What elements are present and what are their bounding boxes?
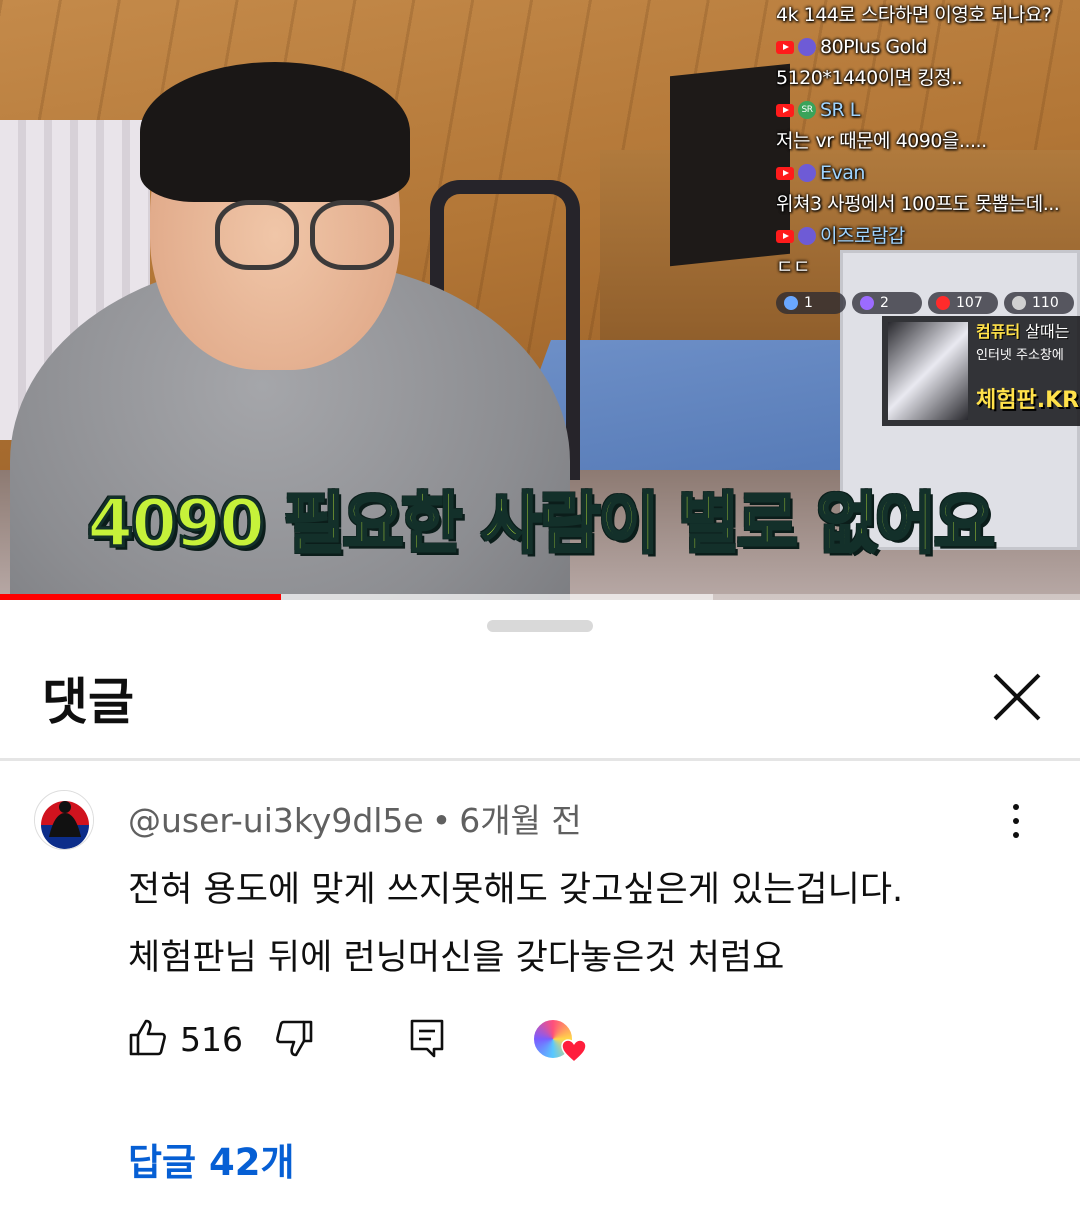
youtube-icon	[776, 103, 794, 117]
chat-message: 위쳐3 사펑에서 100프도 못뽑는데...	[776, 193, 1060, 215]
chat-badge-icon	[798, 164, 816, 183]
ad-line-3: 체험판.KR	[976, 388, 1080, 413]
chat-author: 80Plus Gold	[776, 32, 1076, 64]
chat-author: 이즈로람갑	[776, 221, 1076, 253]
dislike-button[interactable]	[274, 1018, 314, 1062]
live-chat-overlay: 4k 144로 스타하면 이영호 되나요? 80Plus Gold 5120*144…	[776, 0, 1076, 284]
youtube-icon	[776, 40, 794, 54]
reply-comment-icon	[410, 1019, 444, 1058]
stat-youtube: 107	[928, 292, 998, 314]
ad-line-1: 컴퓨터 살때는	[976, 322, 1070, 341]
header-divider	[0, 758, 1080, 761]
background-tv	[670, 63, 790, 267]
chat-author-name: 80Plus Gold	[820, 35, 928, 58]
sponsor-ad-overlay: 컴퓨터 살때는 인터넷 주소창에 체험판.KR	[882, 316, 1080, 426]
like-count: 516	[180, 1020, 243, 1059]
comment-line-1: 전혀 용도에 맞게 쓰지못해도 갖고싶은게 있는겁니다.	[128, 870, 904, 910]
like-button[interactable]	[128, 1018, 168, 1062]
glasses-left	[215, 200, 299, 270]
video-player[interactable]: 4k 144로 스타하면 이영호 되나요? 80Plus Gold 5120*144…	[0, 0, 1080, 600]
view-replies-link[interactable]: 답글 42개	[128, 1132, 295, 1186]
heart-icon	[561, 1039, 587, 1063]
chat-author: SR SR L	[776, 95, 1076, 127]
thumbs-down-icon	[276, 1020, 313, 1057]
chat-message: ㄷㄷ	[776, 256, 810, 278]
stat-value: 110	[1032, 295, 1059, 311]
kebab-dot	[1013, 832, 1019, 838]
chat-message: 5120*1440이면 킹정..	[776, 67, 963, 89]
streamer-hair	[140, 62, 410, 202]
video-subtitle: 4090 필요한 사람이 별로 없어요	[86, 484, 997, 564]
chat-author-name: 이즈로람갑	[820, 224, 905, 247]
kebab-dot	[1013, 818, 1019, 824]
chat-message: 4k 144로 스타하면 이영호 되나요?	[776, 4, 1052, 26]
thumbs-up-icon	[129, 1019, 166, 1056]
ad-line-2: 인터넷 주소창에	[976, 348, 1064, 363]
comments-title: 댓글	[42, 673, 134, 731]
stat-twitch: 2	[852, 292, 922, 314]
meta-separator: •	[431, 801, 452, 840]
chat-badge-icon	[798, 227, 816, 246]
stat-person: 110	[1004, 292, 1074, 314]
creator-heart-badge	[532, 1018, 588, 1064]
youtube-icon	[776, 166, 794, 180]
chat-author-name: Evan	[820, 161, 865, 184]
more-options-button[interactable]	[1000, 800, 1032, 842]
stat-value: 2	[880, 295, 889, 311]
comment-author[interactable]: @user-ui3ky9dl5e	[128, 801, 424, 840]
taegeuk-avatar-icon	[35, 791, 93, 849]
pc-case-image	[888, 322, 968, 420]
viewer-icon	[784, 296, 798, 310]
person-icon	[1012, 296, 1026, 310]
kebab-dot	[1013, 804, 1019, 810]
stream-stats-bar: 1 2 107 110	[776, 292, 1080, 316]
comment-body: 전혀 용도에 맞게 쓰지못해도 갖고싶은게 있는겁니다. 체험판님 뒤에 런닝머…	[128, 856, 1028, 992]
close-icon	[993, 673, 1041, 721]
comment-author-avatar[interactable]	[34, 790, 94, 850]
chat-author-name: SR L	[820, 98, 860, 121]
stat-value: 1	[804, 295, 813, 311]
comment-meta: @user-ui3ky9dl5e • 6개월 전	[128, 794, 582, 842]
drag-handle[interactable]	[487, 620, 593, 632]
glasses-right	[310, 200, 394, 270]
chat-badge-icon	[798, 38, 816, 57]
close-button[interactable]	[990, 670, 1044, 724]
stat-value: 107	[956, 295, 983, 311]
chat-message: 저는 vr 때문에 4090을.....	[776, 130, 987, 152]
reply-button[interactable]	[408, 1018, 448, 1062]
chat-badge-icon: SR	[798, 101, 816, 120]
youtube-icon	[936, 296, 950, 310]
comment-line-2: 체험판님 뒤에 런닝머신을 갖다놓은것 처럼요	[128, 938, 785, 978]
chat-author: Evan	[776, 158, 1076, 190]
stat-viewer: 1	[776, 292, 846, 314]
comment-time: 6개월 전	[459, 801, 582, 840]
comments-sheet: 댓글 @user-ui3ky9dl5e • 6개월 전 전혀 용도에 맞게 쓰지못해…	[0, 600, 1080, 1226]
twitch-icon	[860, 296, 874, 310]
youtube-icon	[776, 229, 794, 243]
